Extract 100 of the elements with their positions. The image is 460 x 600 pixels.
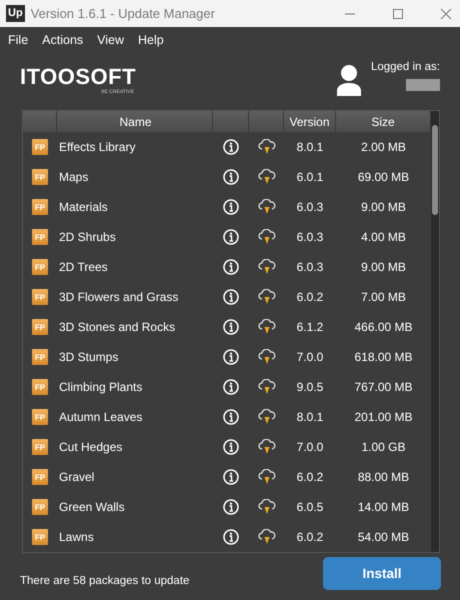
size-cell-text: 2.00 MB bbox=[360, 140, 407, 154]
package-name: Effects Library bbox=[58, 140, 136, 154]
info-icon[interactable] bbox=[223, 259, 239, 275]
version-cell-text: 6.1.2 bbox=[296, 320, 324, 334]
cloud-download-icon[interactable] bbox=[258, 529, 276, 545]
package-name: Materials bbox=[58, 200, 109, 214]
cloud-download-icon[interactable] bbox=[258, 139, 276, 155]
info-icon[interactable] bbox=[223, 499, 239, 515]
size-cell-text: 14.00 MB bbox=[356, 500, 410, 514]
package-name: 3D Stumps bbox=[58, 350, 120, 364]
size-cell-text: 9.00 MB bbox=[360, 260, 407, 274]
version-cell-text: 6.0.2 bbox=[296, 530, 324, 544]
redacted-username bbox=[406, 79, 440, 91]
info-icon[interactable] bbox=[223, 379, 239, 395]
close-icon[interactable] bbox=[440, 8, 452, 20]
menu-item[interactable]: File bbox=[8, 32, 28, 46]
size-cell-text: 7.00 MB bbox=[360, 290, 407, 304]
package-name: Gravel bbox=[58, 470, 96, 484]
info-icon[interactable] bbox=[223, 529, 239, 545]
info-icon[interactable] bbox=[223, 169, 239, 185]
app-icon: Up bbox=[6, 5, 25, 22]
cloud-download-icon[interactable] bbox=[258, 199, 276, 215]
window-title: Version 1.6.1 - Update Manager bbox=[30, 6, 215, 21]
package-icon: FP bbox=[32, 439, 48, 455]
package-icon: FP bbox=[32, 139, 48, 155]
package-name: Autumn Leaves bbox=[58, 410, 144, 424]
package-icon: FP bbox=[32, 529, 48, 545]
info-icon[interactable] bbox=[223, 289, 239, 305]
size-cell-text: 466.00 MB bbox=[353, 320, 414, 334]
cloud-download-icon[interactable] bbox=[258, 439, 276, 455]
menu-item[interactable]: Help bbox=[138, 32, 164, 46]
cloud-download-icon[interactable] bbox=[258, 469, 276, 485]
maximize-icon[interactable] bbox=[392, 8, 404, 20]
package-name: 3D Flowers and Grass bbox=[58, 290, 180, 304]
info-icon[interactable] bbox=[223, 469, 239, 485]
package-icon: FP bbox=[32, 379, 48, 395]
version-cell-text: 8.0.1 bbox=[296, 140, 324, 154]
package-name: Lawns bbox=[58, 530, 95, 544]
version-cell-text: 7.0.0 bbox=[296, 440, 324, 454]
cloud-download-icon[interactable] bbox=[258, 499, 276, 515]
size-cell-text: 9.00 MB bbox=[360, 200, 407, 214]
scrollbar[interactable] bbox=[431, 111, 439, 552]
size-cell-text: 201.00 MB bbox=[353, 410, 414, 424]
size-cell-text: 69.00 MB bbox=[356, 170, 410, 184]
cloud-download-icon[interactable] bbox=[258, 259, 276, 275]
version-cell-text: 6.0.1 bbox=[296, 170, 324, 184]
info-icon[interactable] bbox=[223, 319, 239, 335]
package-icon: FP bbox=[32, 469, 48, 485]
login-label: Logged in as: bbox=[370, 61, 440, 73]
info-icon[interactable] bbox=[223, 229, 239, 245]
cloud-download-icon[interactable] bbox=[258, 349, 276, 365]
cloud-download-icon[interactable] bbox=[258, 229, 276, 245]
package-icon: FP bbox=[32, 169, 48, 185]
version-cell-text: 6.0.2 bbox=[296, 290, 324, 304]
version-cell-text: 6.0.2 bbox=[296, 470, 324, 484]
cloud-download-icon[interactable] bbox=[258, 169, 276, 185]
menu-item[interactable]: View bbox=[97, 32, 124, 46]
info-icon[interactable] bbox=[223, 349, 239, 365]
column-header[interactable]: Version bbox=[284, 111, 336, 132]
info-icon[interactable] bbox=[223, 199, 239, 215]
package-name: 2D Shrubs bbox=[58, 230, 117, 244]
info-icon[interactable] bbox=[223, 439, 239, 455]
package-name: 3D Stones and Rocks bbox=[58, 320, 176, 334]
package-name: Cut Hedges bbox=[58, 440, 124, 454]
info-icon[interactable] bbox=[223, 409, 239, 425]
package-icon: FP bbox=[32, 289, 48, 305]
size-cell-text: 88.00 MB bbox=[356, 470, 410, 484]
cloud-download-icon[interactable] bbox=[258, 289, 276, 305]
version-cell-text: 6.0.3 bbox=[296, 230, 324, 244]
status-text: There are 58 packages to update bbox=[20, 574, 190, 586]
package-icon: FP bbox=[32, 499, 48, 515]
size-cell-text: 54.00 MB bbox=[356, 530, 410, 544]
version-cell-text: 6.0.3 bbox=[296, 260, 324, 274]
size-cell-text: 4.00 MB bbox=[360, 230, 407, 244]
version-cell-text: 9.0.5 bbox=[296, 380, 324, 394]
menu-item[interactable]: Actions bbox=[42, 32, 84, 46]
package-name: 2D Trees bbox=[58, 260, 109, 274]
user-icon bbox=[336, 64, 361, 96]
cloud-download-icon[interactable] bbox=[258, 409, 276, 425]
size-cell-text: 618.00 MB bbox=[353, 350, 414, 364]
info-icon[interactable] bbox=[223, 139, 239, 155]
package-icon: FP bbox=[32, 349, 48, 365]
size-cell-text: 767.00 MB bbox=[353, 380, 414, 394]
logo-text: ITOOSOFT bbox=[20, 65, 136, 89]
install-button[interactable]: Install bbox=[323, 557, 441, 590]
version-cell-text: 6.0.3 bbox=[296, 200, 324, 214]
package-icon: FP bbox=[32, 409, 48, 425]
package-icon: FP bbox=[32, 199, 48, 215]
size-cell-text: 1.00 GB bbox=[360, 440, 407, 454]
package-name: Maps bbox=[58, 170, 90, 184]
package-icon: FP bbox=[32, 229, 48, 245]
package-name: Climbing Plants bbox=[58, 380, 144, 394]
column-header[interactable]: Name bbox=[57, 111, 213, 132]
cloud-download-icon[interactable] bbox=[258, 319, 276, 335]
package-name: Green Walls bbox=[58, 500, 126, 514]
version-cell-text: 8.0.1 bbox=[296, 410, 324, 424]
cloud-download-icon[interactable] bbox=[258, 379, 276, 395]
package-icon: FP bbox=[32, 259, 48, 275]
package-icon: FP bbox=[32, 319, 48, 335]
version-cell-text: 7.0.0 bbox=[296, 350, 324, 364]
